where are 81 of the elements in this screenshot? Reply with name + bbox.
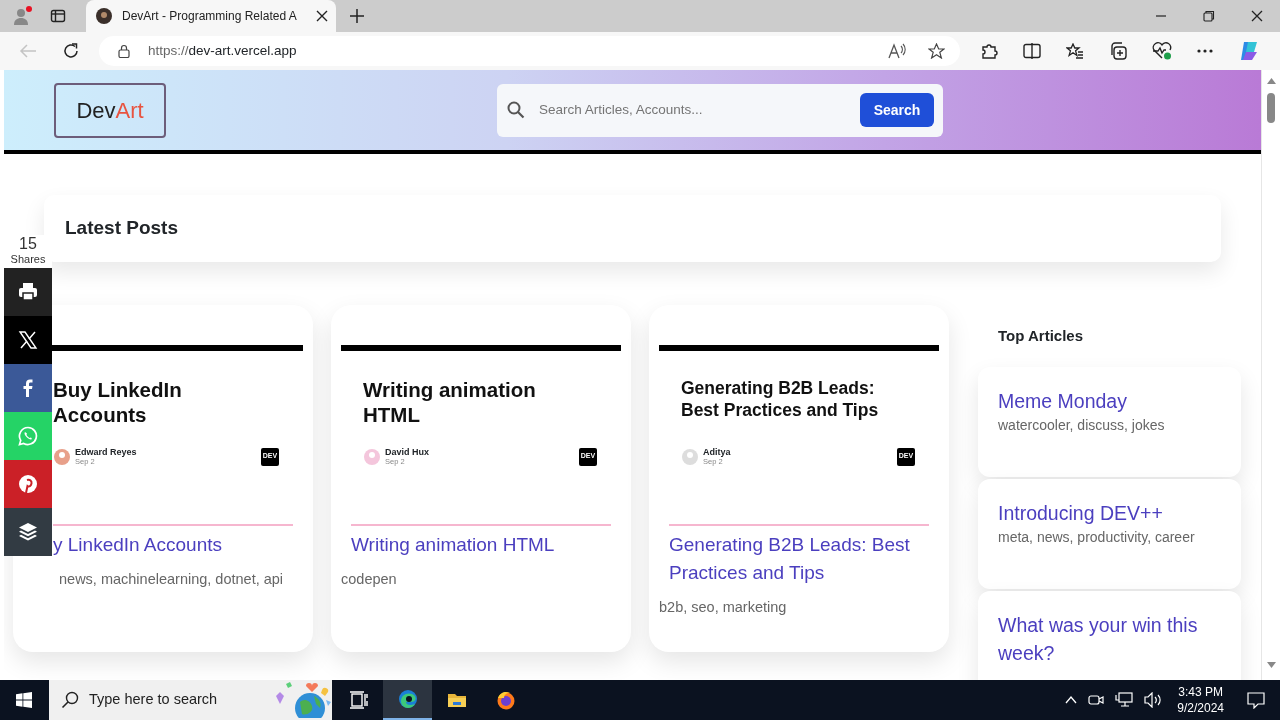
clock[interactable]: 3:43 PM 9/2/2024 [1177,684,1224,716]
star-icon[interactable] [928,43,945,59]
article-title[interactable]: Meme Monday [998,387,1221,415]
chevron-up-icon[interactable] [1065,696,1078,704]
pinterest-icon [18,474,38,494]
split-screen-icon[interactable] [1023,43,1041,59]
section-heading: Top Articles [998,327,1083,344]
post-tags: codepen [341,569,621,591]
camera-icon[interactable] [1088,693,1105,707]
layers-icon [18,522,38,542]
cover-title: Generating B2B Leads: Best Practices and Tips [681,377,880,422]
edge-icon [397,689,418,709]
share-count: 15 [18,235,38,252]
close-icon[interactable] [316,10,328,22]
search-icon [507,101,525,119]
network-icon[interactable] [1115,692,1134,708]
post-tags: news, machinelearning, dotnet, api [23,569,303,591]
article-tags: meta, news, productivity, career [998,527,1221,548]
url-scheme: https:// [148,41,189,60]
favicon-icon [96,8,112,24]
copilot-icon[interactable] [1238,40,1260,62]
clock-time: 3:43 PM [1177,684,1224,700]
article-card[interactable]: Meme Monday watercooler, discuss, jokes [978,367,1241,477]
restore-icon[interactable] [1203,10,1215,22]
search-button[interactable]: Search [860,93,934,127]
new-tab-icon[interactable] [350,9,364,23]
share-label: Shares [9,252,47,266]
scroll-up-icon[interactable] [1266,78,1276,84]
clock-date: 9/2/2024 [1177,700,1224,716]
print-icon [18,282,38,302]
favorites-icon[interactable] [1066,43,1084,59]
whatsapp-icon [18,426,38,446]
post-title[interactable]: y LinkedIn Accounts [53,524,293,559]
profile-icon[interactable] [12,5,34,27]
url-host: dev-art.vercel.app [188,41,297,60]
taskbar-search[interactable]: Type here to search [49,680,332,720]
tab-actions-icon[interactable] [50,8,66,24]
cover-title: Buy LinkedIn Accounts [53,377,183,428]
article-title[interactable]: Introducing DEV++ [998,499,1221,527]
close-icon[interactable] [1251,10,1263,22]
collections-icon[interactable] [1109,42,1127,60]
more-icon[interactable] [1197,49,1213,53]
logo[interactable]: DevArt [54,82,166,138]
avatar-icon [681,447,699,466]
article-card[interactable]: Introducing DEV++ meta, news, productivity, career [978,479,1241,589]
post-title[interactable]: Generating B2B Leads: Best Practices and Tips [669,524,929,587]
article-title[interactable]: What was your win this week? [998,611,1221,667]
post-title[interactable]: Writing animation HTML [351,524,611,559]
firefox-icon [495,690,516,710]
lock-icon [118,44,130,58]
scroll-down-icon[interactable] [1266,662,1276,668]
address-bar[interactable]: https://dev-art.vercel.app [99,36,960,66]
author-name: David Hux [385,447,429,457]
browser-tab[interactable]: DevArt - Programming Related A [86,0,336,32]
cover-title: Writing animation HTML [363,377,537,428]
search-icon [61,691,79,709]
task-view-icon [348,690,369,710]
article-tags: watercooler, discuss, jokes [998,415,1221,436]
author-name: Aditya [703,447,731,457]
avatar-icon [363,447,381,466]
notification-icon[interactable] [1247,691,1265,709]
read-aloud-icon[interactable] [888,43,906,59]
article-card[interactable]: What was your win this week? [978,591,1241,680]
section-heading: Latest Posts [65,216,178,241]
share-button[interactable] [4,364,52,412]
search-field[interactable]: Search Articles, Accounts... Search [497,83,943,137]
volume-icon[interactable] [1144,692,1163,708]
heart-pulse-icon[interactable] [1152,42,1172,60]
avatar-icon [53,447,71,466]
share-button[interactable] [4,316,52,364]
tab-title: DevArt - Programming Related A [122,8,298,25]
post-tags: b2b, seo, marketing [659,597,939,619]
share-button[interactable] [4,268,52,316]
puzzle-icon[interactable] [980,42,998,60]
scroll-thumb[interactable] [1267,93,1275,123]
refresh-icon[interactable] [63,43,79,59]
share-button[interactable] [4,508,52,556]
author-name: Edward Reyes [75,447,137,457]
x-logo-icon [18,330,38,350]
windows-icon[interactable] [16,692,32,708]
taskbar-app[interactable] [383,680,432,720]
